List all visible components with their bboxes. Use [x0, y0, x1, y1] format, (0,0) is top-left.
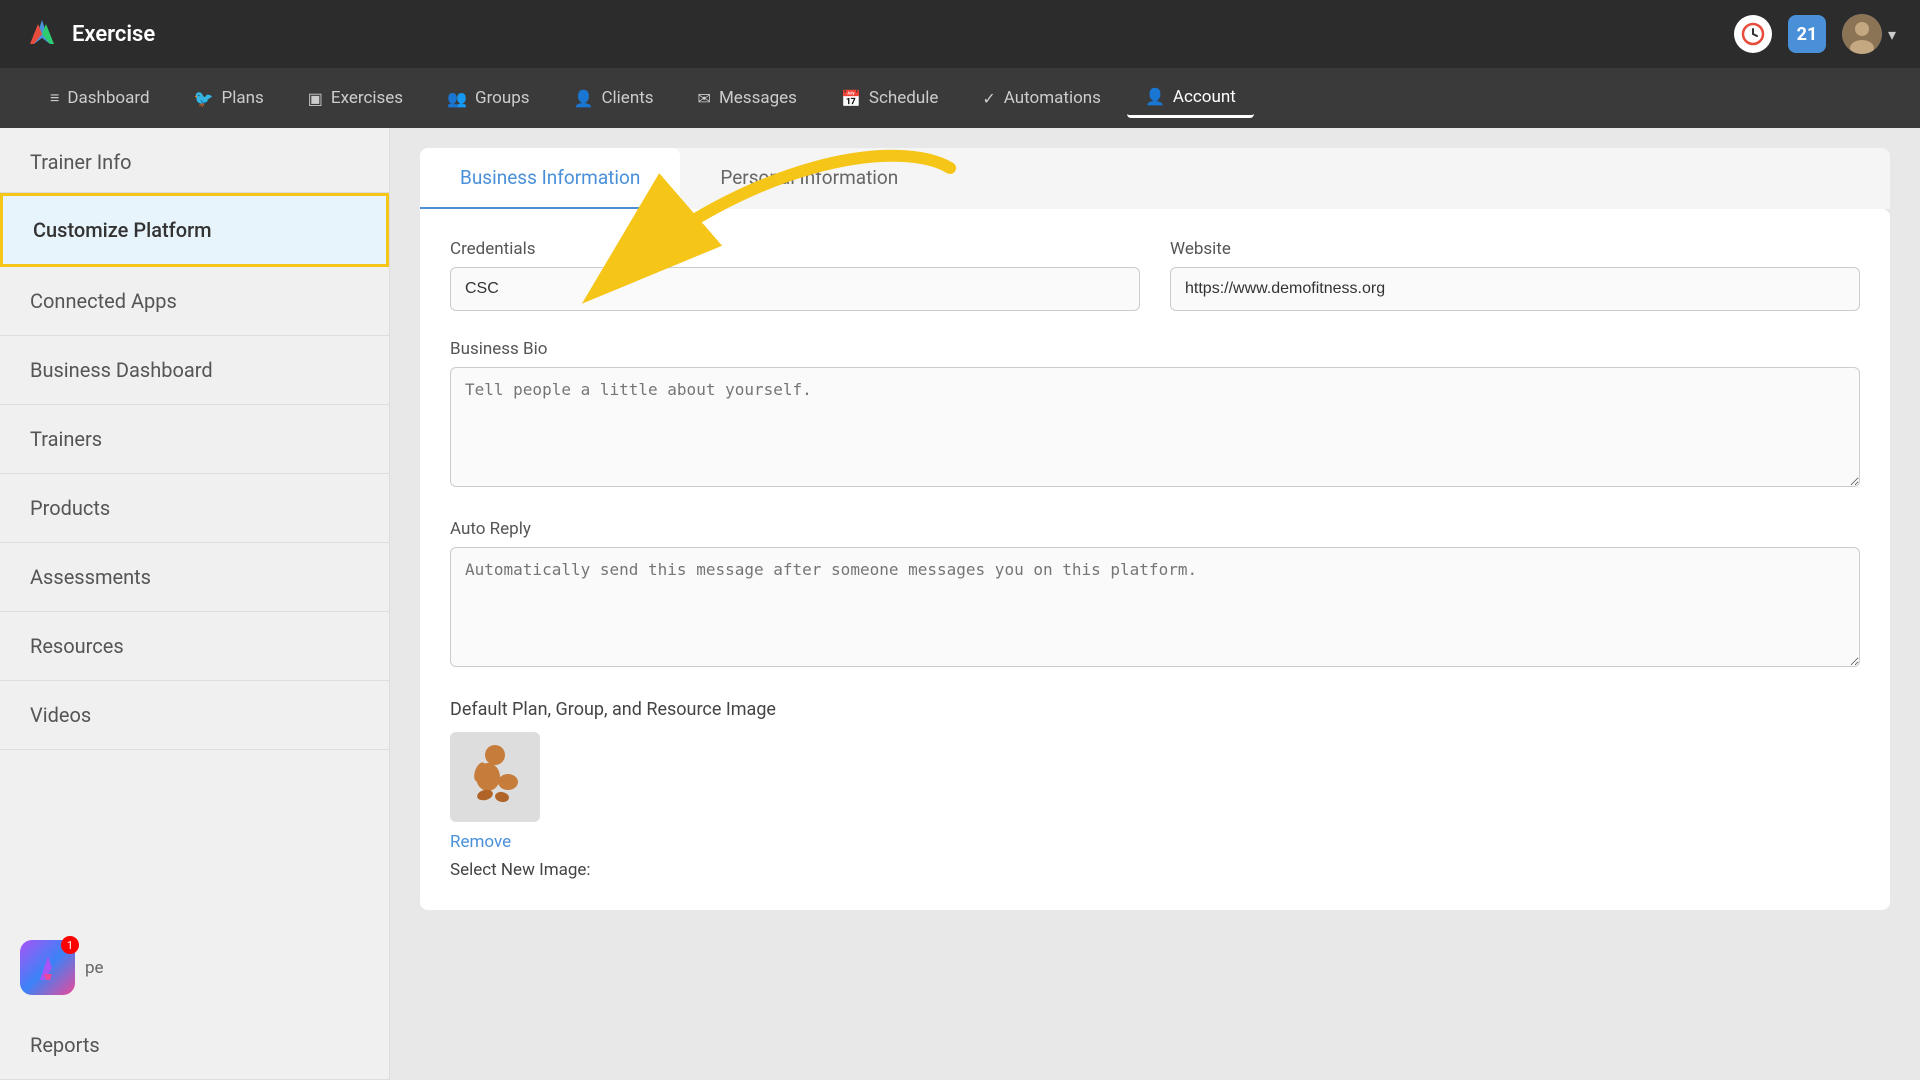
- sidebar-item-trainers[interactable]: Trainers: [0, 405, 389, 474]
- navbar: ≡ Dashboard 🐦 Plans ▣ Exercises 👥 Groups…: [0, 68, 1920, 128]
- topbar-left: Exercise: [24, 16, 155, 52]
- account-icon: 👤: [1145, 87, 1165, 106]
- sidebar-trainer-info[interactable]: Trainer Info: [0, 128, 389, 193]
- topbar: Exercise 21: [0, 0, 1920, 68]
- select-new-image-label: Select New Image:: [450, 860, 1860, 880]
- schedule-icon: 📅: [841, 89, 861, 108]
- sidebar-item-products[interactable]: Products: [0, 474, 389, 543]
- sidebar-item-business-dashboard[interactable]: Business Dashboard: [0, 336, 389, 405]
- clock-icon[interactable]: [1734, 15, 1772, 53]
- groups-icon: 👥: [447, 89, 467, 108]
- website-group: Website: [1170, 239, 1860, 311]
- main-layout: Trainer Info Customize Platform Connecte…: [0, 128, 1920, 1080]
- tab-personal-information[interactable]: Personal Information: [680, 148, 938, 209]
- bio-label: Business Bio: [450, 339, 1860, 359]
- website-input[interactable]: [1170, 267, 1860, 311]
- website-label: Website: [1170, 239, 1860, 259]
- sidebar-container: Trainer Info Customize Platform Connecte…: [0, 128, 389, 1080]
- topbar-right: 21 ▾: [1734, 14, 1896, 54]
- dashboard-icon: ≡: [50, 88, 59, 108]
- exercises-icon: ▣: [308, 89, 323, 108]
- default-image-thumbnail: [450, 732, 540, 822]
- auto-reply-textarea[interactable]: [450, 547, 1860, 667]
- default-image-section: Default Plan, Group, and Resource Image: [450, 699, 1860, 880]
- auto-reply-group: Auto Reply: [450, 519, 1860, 671]
- credentials-label: Credentials: [450, 239, 1140, 259]
- bio-group: Business Bio: [450, 339, 1860, 491]
- app-logo: [24, 16, 60, 52]
- auto-reply-label: Auto Reply: [450, 519, 1860, 539]
- messages-icon: ✉: [698, 89, 711, 108]
- notification-badge-button[interactable]: 21: [1788, 15, 1826, 53]
- sidebar-item-customize-platform[interactable]: Customize Platform: [0, 193, 389, 267]
- credentials-website-row: Credentials Website: [450, 239, 1860, 311]
- plans-icon: 🐦: [194, 89, 214, 108]
- avatar: [1842, 14, 1882, 54]
- sidebar-footer-label: pe: [85, 958, 104, 978]
- bio-textarea[interactable]: [450, 367, 1860, 487]
- notification-badge: 1: [61, 936, 79, 954]
- credentials-group: Credentials: [450, 239, 1140, 311]
- nav-item-account[interactable]: 👤 Account: [1127, 79, 1254, 118]
- sidebar-item-resources[interactable]: Resources: [0, 612, 389, 681]
- nav-item-clients[interactable]: 👤 Clients: [556, 80, 672, 116]
- spectrum-icon-wrapper: 1: [20, 940, 75, 995]
- remove-image-link[interactable]: Remove: [450, 832, 511, 852]
- nav-item-plans[interactable]: 🐦 Plans: [176, 80, 282, 116]
- tab-business-information[interactable]: Business Information: [420, 148, 680, 209]
- clients-icon: 👤: [574, 89, 594, 108]
- sidebar-item-reports[interactable]: Reports: [0, 1011, 389, 1080]
- content-area: Business Information Personal Informatio…: [390, 128, 1920, 1080]
- form-panel: Credentials Website Business Bio Auto Re…: [420, 209, 1890, 910]
- person-image-icon: [460, 737, 530, 817]
- sidebar-bottom-area: 1 pe: [0, 924, 389, 1011]
- automations-icon: ✓: [982, 89, 995, 108]
- nav-item-exercises[interactable]: ▣ Exercises: [290, 80, 421, 116]
- default-image-label: Default Plan, Group, and Resource Image: [450, 699, 1860, 720]
- nav-item-schedule[interactable]: 📅 Schedule: [823, 80, 956, 116]
- sidebar-item-videos[interactable]: Videos: [0, 681, 389, 750]
- nav-item-groups[interactable]: 👥 Groups: [429, 80, 547, 116]
- sidebar-item-assessments[interactable]: Assessments: [0, 543, 389, 612]
- sidebar-item-connected-apps[interactable]: Connected Apps: [0, 267, 389, 336]
- tab-bar: Business Information Personal Informatio…: [420, 148, 1890, 209]
- nav-item-automations[interactable]: ✓ Automations: [964, 80, 1119, 116]
- nav-item-dashboard[interactable]: ≡ Dashboard: [32, 80, 168, 116]
- nav-item-messages[interactable]: ✉ Messages: [680, 80, 815, 116]
- app-title: Exercise: [72, 22, 155, 47]
- chevron-down-icon: ▾: [1888, 25, 1896, 44]
- user-avatar-menu[interactable]: ▾: [1842, 14, 1896, 54]
- sidebar: Trainer Info Customize Platform Connecte…: [0, 128, 390, 1080]
- credentials-input[interactable]: [450, 267, 1140, 311]
